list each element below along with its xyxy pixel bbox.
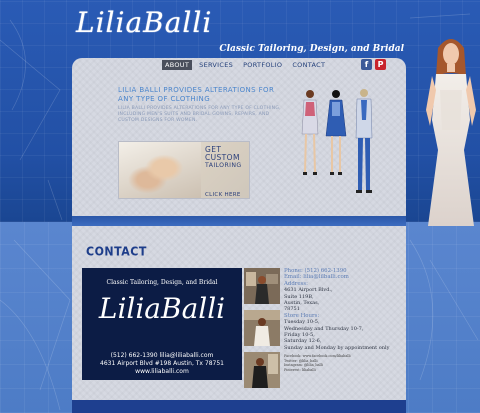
footer-bar (72, 400, 406, 413)
fashion-sketches (301, 89, 373, 193)
facebook-icon[interactable]: f (361, 59, 372, 70)
store-photos (244, 268, 280, 388)
store-photo-3 (244, 352, 280, 388)
nav-contact[interactable]: CONTACT (289, 60, 328, 70)
store-photo-2 (244, 310, 280, 346)
nav-about[interactable]: ABOUT (162, 60, 193, 70)
sketch-figure-1 (301, 90, 319, 175)
site-logo[interactable]: LiliaBalli (76, 6, 212, 39)
bridal-model-photo (426, 39, 476, 226)
promo-title: GET CUSTOM TAILORING (205, 146, 249, 170)
card-tagline: Classic Tailoring, Design, and Bridal (106, 279, 218, 286)
business-card: Classic Tailoring, Design, and Bridal Li… (82, 268, 242, 380)
card-address: 4631 Airport Blvd #198 Austin, Tx 78751 (100, 360, 224, 367)
sketch-figure-2 (325, 90, 347, 175)
intro-headline: Lilia Balli provides alterations for any… (118, 86, 275, 103)
promo-title-line3: TAILORING (205, 162, 242, 169)
sewing-hands-image (119, 142, 201, 198)
pinterest-icon[interactable]: P (375, 59, 386, 70)
nav-portfolio[interactable]: PORTFOLIO (240, 60, 285, 70)
card-website: www.liliaballi.com (135, 368, 189, 375)
site-tagline: Classic Tailoring, Design, and Bridal (219, 44, 404, 54)
contact-heading: CONTACT (86, 244, 147, 259)
social-pinterest-link[interactable]: Pinterest: liliaballi (284, 368, 400, 372)
nav-services[interactable]: SERVICES (196, 60, 236, 70)
sketch-figure-3 (355, 89, 373, 193)
contact-details: Phone: (512) 662-1390 Email: lilia@lilba… (284, 268, 400, 372)
click-here-link[interactable]: CLICK HERE (205, 192, 241, 198)
store-photo-1 (244, 268, 280, 304)
card-phone-email: (512) 662-1390 lilia@liliaballi.com (110, 352, 214, 359)
main-nav: ABOUT SERVICES PORTFOLIO CONTACT (162, 60, 328, 70)
intro-subtext: Lilia Balli provides alterations for any… (118, 106, 281, 123)
section-divider (72, 216, 406, 226)
promo-title-line2: CUSTOM (205, 153, 240, 162)
custom-tailoring-promo[interactable]: GET CUSTOM TAILORING CLICK HERE (118, 141, 250, 199)
social-links: f P (361, 59, 386, 70)
hours-line-5: Sunday and Monday by appointment only (284, 344, 390, 351)
card-logo: LiliaBalli (98, 292, 226, 325)
